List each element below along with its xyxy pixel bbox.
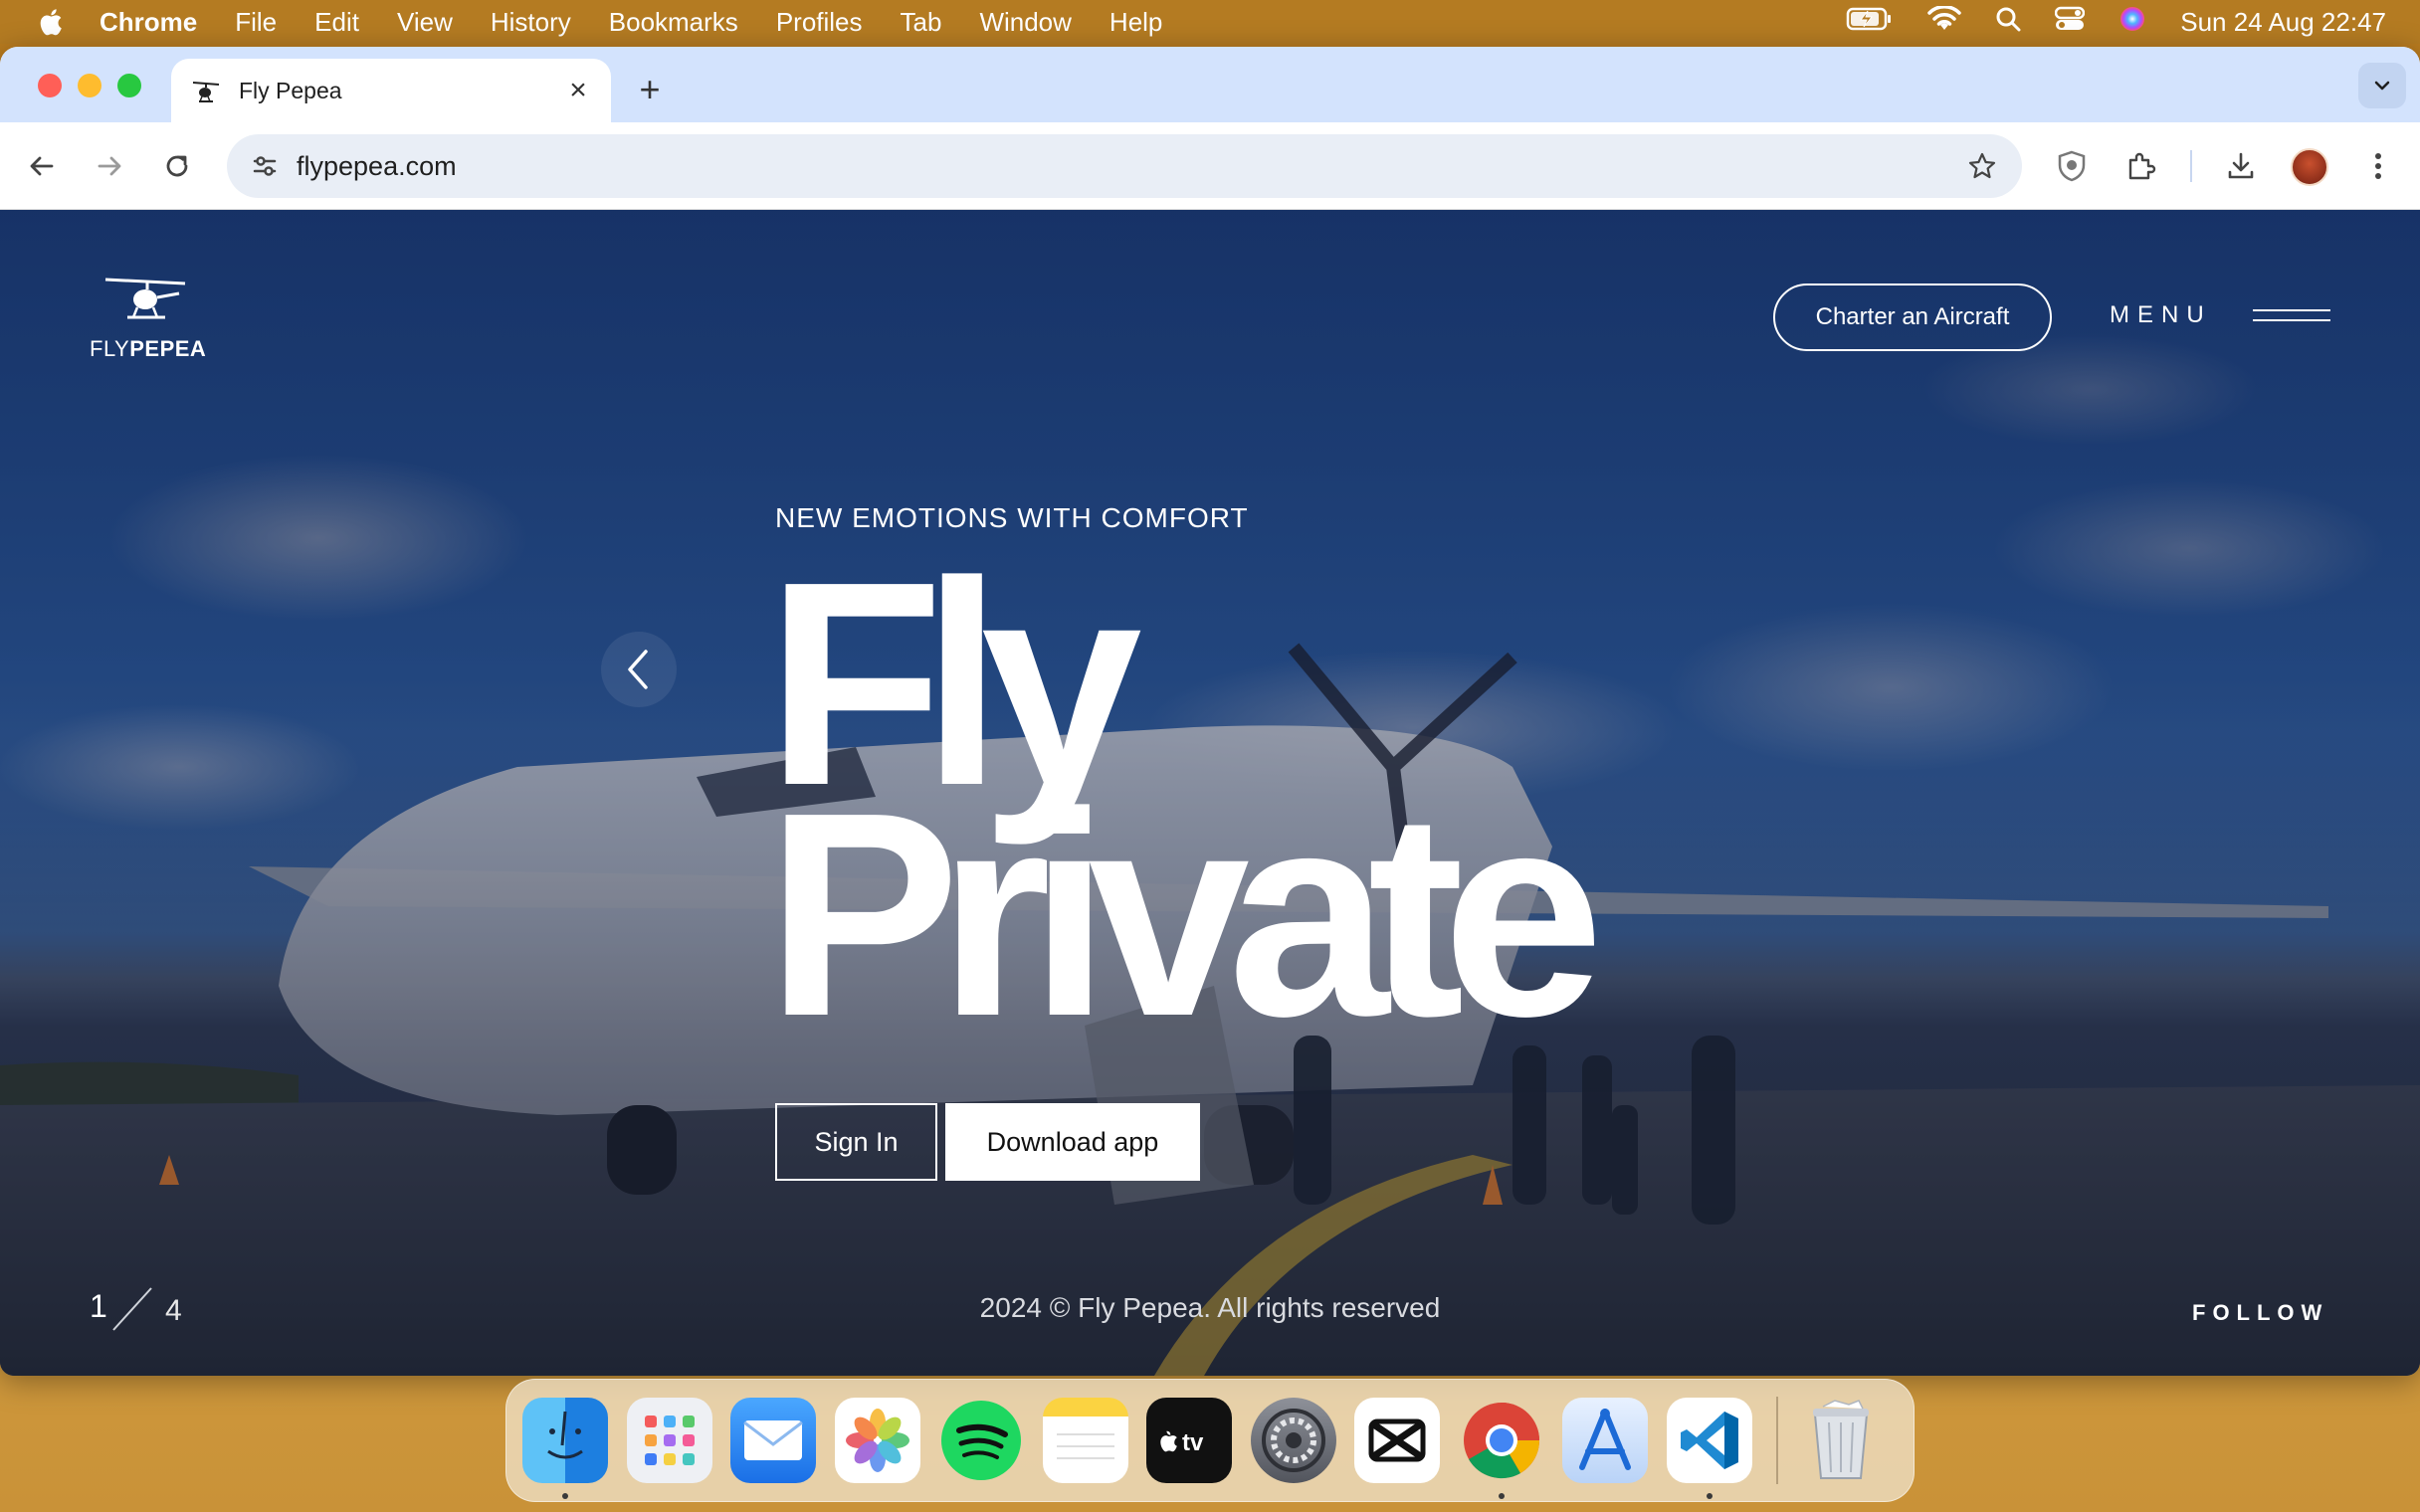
menu-history[interactable]: History — [472, 7, 590, 38]
hero-section: FLYPEPEA Charter an Aircraft MENU NEW EM… — [0, 210, 2420, 1376]
browser-window: Fly Pepea × + flypepea.com FLYPEPEA Char… — [0, 47, 2420, 1376]
forward-button[interactable] — [90, 146, 129, 186]
privacy-shield-extension-icon[interactable] — [2050, 144, 2094, 188]
bookmark-star-icon[interactable] — [1962, 146, 2002, 186]
apple-tv-icon[interactable]: tv — [1146, 1398, 1232, 1483]
spotify-icon[interactable] — [938, 1398, 1024, 1483]
vscode-icon[interactable] — [1666, 1398, 1752, 1499]
system-settings-gear-icon[interactable] — [1250, 1398, 1336, 1483]
wifi-icon[interactable] — [1927, 4, 1961, 39]
hero-headline: Fly Private — [766, 538, 1604, 1076]
menu-bookmarks[interactable]: Bookmarks — [590, 7, 757, 38]
menubar-clock[interactable]: Sun 24 Aug 22:47 — [2180, 7, 2386, 38]
menu-tab[interactable]: Tab — [882, 7, 961, 38]
photos-icon[interactable] — [834, 1398, 920, 1483]
tab-close-icon[interactable]: × — [563, 74, 593, 107]
sign-in-button[interactable]: Sign In — [775, 1103, 937, 1181]
trash-icon[interactable] — [1798, 1398, 1884, 1483]
browser-toolbar: flypepea.com — [0, 122, 2420, 210]
running-indicator — [1706, 1493, 1713, 1499]
back-button[interactable] — [22, 146, 62, 186]
extensions-puzzle-icon[interactable] — [2119, 144, 2163, 188]
fullscreen-window-button[interactable] — [117, 74, 141, 97]
hero-line-2: Private — [766, 752, 1604, 1076]
url-text[interactable]: flypepea.com — [297, 151, 1962, 182]
notes-icon[interactable] — [1042, 1398, 1128, 1483]
helicopter-logo-icon — [104, 278, 186, 319]
menu-bar: Chrome File Edit View History Bookmarks … — [0, 0, 2420, 44]
downloads-icon[interactable] — [2219, 144, 2263, 188]
tab-fly-pepea[interactable]: Fly Pepea × — [171, 59, 611, 122]
toolbar-divider — [2190, 150, 2192, 182]
chevron-down-icon — [2374, 81, 2390, 91]
chrome-menu-kebab-icon[interactable] — [2356, 144, 2400, 188]
slider-prev-button[interactable] — [601, 632, 677, 707]
reload-icon — [166, 155, 188, 177]
menu-app-chrome[interactable]: Chrome — [100, 7, 216, 38]
finder-icon[interactable] — [522, 1398, 608, 1499]
launchpad-icon[interactable] — [626, 1398, 712, 1483]
logo-text-pepea: PEPEA — [129, 336, 207, 361]
capcut-icon[interactable] — [1354, 1398, 1440, 1483]
chevron-left-icon — [628, 650, 648, 689]
menu-edit[interactable]: Edit — [296, 7, 378, 38]
mail-icon[interactable] — [730, 1398, 816, 1483]
chrome-icon[interactable] — [1459, 1398, 1544, 1499]
helicopter-favicon-icon — [191, 76, 221, 105]
tab-search-button[interactable] — [2358, 63, 2406, 108]
menu-profiles[interactable]: Profiles — [757, 7, 882, 38]
menu-view[interactable]: View — [378, 7, 472, 38]
dock-separator — [1776, 1397, 1778, 1484]
menu-file[interactable]: File — [216, 7, 296, 38]
site-settings-icon[interactable] — [245, 146, 285, 186]
battery-icon[interactable] — [1846, 6, 1894, 39]
running-indicator — [562, 1493, 568, 1499]
copyright-text: 2024 © Fly Pepea. All rights reserved — [979, 1292, 1441, 1323]
logo-text-fly: FLY — [90, 336, 130, 361]
spotlight-search-icon[interactable] — [1995, 6, 2021, 39]
running-indicator — [1498, 1493, 1505, 1499]
arrow-right-icon — [98, 156, 121, 176]
window-controls — [38, 74, 141, 97]
menu-window[interactable]: Window — [960, 7, 1090, 38]
menu-help[interactable]: Help — [1091, 7, 1181, 38]
profile-avatar[interactable] — [2291, 148, 2328, 186]
charter-aircraft-button[interactable]: Charter an Aircraft — [1773, 284, 2052, 351]
menu-label[interactable]: MENU — [2110, 301, 2212, 329]
hamburger-menu-icon[interactable] — [2253, 305, 2330, 329]
minimize-window-button[interactable] — [78, 74, 101, 97]
download-app-button[interactable]: Download app — [945, 1103, 1200, 1181]
macos-dock: tv — [505, 1379, 1915, 1502]
tab-title: Fly Pepea — [239, 77, 342, 103]
follow-link[interactable]: FOLLOW — [2192, 1300, 2328, 1326]
address-bar[interactable]: flypepea.com — [227, 134, 2022, 198]
svg-text:tv: tv — [1182, 1429, 1204, 1456]
new-tab-button[interactable]: + — [633, 69, 667, 110]
control-center-icon[interactable] — [2055, 6, 2086, 39]
close-window-button[interactable] — [38, 74, 62, 97]
siri-icon[interactable] — [2118, 5, 2146, 40]
apple-logo-icon[interactable] — [0, 7, 100, 37]
logo-wordmark: FLYPEPEA — [90, 336, 206, 362]
arrow-left-icon — [30, 156, 54, 176]
tab-strip: Fly Pepea × + — [0, 47, 2420, 122]
flypepea-logo[interactable]: FLYPEPEA — [90, 270, 206, 379]
reload-button[interactable] — [157, 146, 197, 186]
xcode-instruments-icon[interactable] — [1562, 1398, 1648, 1483]
